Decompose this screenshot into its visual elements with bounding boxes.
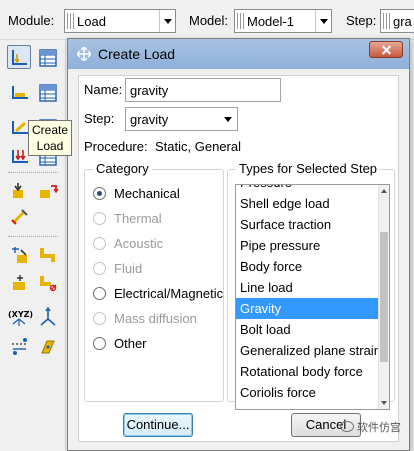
- chevron-down-icon[interactable]: [315, 10, 331, 32]
- separator: [8, 236, 58, 237]
- module-value: Load: [77, 14, 106, 29]
- surface-set-icon[interactable]: [35, 178, 59, 202]
- procedure-label: Procedure:: [84, 139, 148, 154]
- list-item[interactable]: Coriolis force: [236, 382, 381, 403]
- procedure-value: Static, General: [155, 139, 241, 154]
- types-group: Types for Selected Step PressureShell ed…: [227, 161, 395, 410]
- list-item[interactable]: Gravity: [236, 298, 381, 319]
- list-item[interactable]: Body force: [236, 256, 381, 277]
- cut-icon[interactable]: [35, 270, 59, 294]
- watermark-text: 软件仿宫: [357, 422, 401, 434]
- radio-label: Mass diffusion: [114, 311, 197, 326]
- vertical-scrollbar[interactable]: [378, 185, 389, 409]
- scroll-thumb[interactable]: [380, 232, 388, 362]
- translate-icon[interactable]: [7, 270, 31, 294]
- create-load-tool-icon[interactable]: [7, 45, 31, 69]
- grip-icon: [237, 13, 244, 29]
- radio-label: Mechanical: [114, 186, 180, 201]
- point-icon[interactable]: [7, 333, 31, 357]
- radio-button[interactable]: [93, 187, 106, 200]
- plane-icon[interactable]: [35, 333, 59, 357]
- chevron-down-icon[interactable]: [220, 108, 237, 130]
- category-group: Category Mechanical Thermal Acoustic Flu…: [84, 161, 224, 402]
- step-label: Step:: [346, 13, 377, 28]
- toolbox: (XYZ) Create Load: [0, 40, 72, 451]
- module-label: Module:: [8, 13, 55, 28]
- dialog-title: Create Load: [98, 46, 176, 62]
- move-icon: [77, 47, 91, 61]
- radio-label: Electrical/Magnetic: [114, 286, 224, 301]
- category-title: Category: [93, 161, 152, 176]
- radio-label: Thermal: [114, 211, 162, 226]
- name-input[interactable]: gravity: [125, 78, 281, 102]
- scroll-down-icon[interactable]: [381, 401, 387, 405]
- close-button[interactable]: [369, 41, 403, 58]
- model-combo[interactable]: Model-1: [234, 9, 332, 33]
- wechat-icon: [340, 421, 354, 432]
- dialog-titlebar[interactable]: Create Load: [68, 39, 409, 69]
- model-label: Model:: [189, 13, 229, 28]
- scroll-up-icon[interactable]: [381, 189, 387, 193]
- radio-button[interactable]: [93, 337, 106, 350]
- radio-button: [93, 212, 106, 225]
- step-label: Step:: [84, 111, 115, 126]
- axis-icon[interactable]: [35, 304, 59, 328]
- svg-text:(XYZ): (XYZ): [8, 310, 33, 319]
- step-combo[interactable]: gra: [380, 9, 414, 33]
- radio-label: Other: [114, 336, 147, 351]
- name-label: Name:: [84, 82, 123, 97]
- radio-button: [93, 262, 106, 275]
- tooltip-line1: Create: [31, 123, 69, 137]
- step-select[interactable]: gravity: [125, 107, 238, 131]
- partition-icon[interactable]: [7, 242, 31, 266]
- csys-icon[interactable]: (XYZ): [5, 304, 33, 328]
- list-item[interactable]: Shell edge load: [236, 193, 381, 214]
- grip-icon: [383, 13, 390, 29]
- tooltip-line2: Load: [36, 139, 64, 153]
- list-item[interactable]: Bolt load: [236, 319, 381, 340]
- separator: [8, 172, 58, 173]
- list-item[interactable]: Pressure: [236, 185, 381, 193]
- radio-label: Acoustic: [114, 236, 164, 251]
- step-select-value: gravity: [130, 112, 169, 127]
- create-bc-icon[interactable]: [7, 80, 31, 104]
- name-value: gravity: [130, 83, 169, 98]
- radio-button: [93, 237, 106, 250]
- radio-label: Fluid: [114, 261, 143, 276]
- bc-manager-icon[interactable]: [35, 80, 59, 104]
- list-item[interactable]: Rotational body force: [236, 361, 381, 382]
- continue-button[interactable]: Continue...: [123, 413, 193, 437]
- module-toolbar: Module: Load Model: Model-1 Step: gra: [0, 0, 414, 40]
- module-combo[interactable]: Load: [64, 9, 176, 33]
- radio-button: [93, 312, 106, 325]
- list-item[interactable]: Surface traction: [236, 214, 381, 235]
- radio-button[interactable]: [93, 287, 106, 300]
- tooltip: Create Load: [28, 120, 72, 156]
- amplitude-icon[interactable]: [7, 204, 31, 228]
- dialog-body: Name: gravity Step: gravity Procedure: S…: [78, 75, 399, 442]
- chevron-down-icon[interactable]: [159, 10, 175, 32]
- step-value: gra: [393, 14, 412, 29]
- list-item[interactable]: Line load: [236, 277, 381, 298]
- types-title: Types for Selected Step: [236, 161, 381, 176]
- grip-icon: [67, 13, 74, 29]
- watermark: 软件仿宫: [340, 419, 401, 435]
- load-manager-icon[interactable]: [35, 45, 59, 69]
- list-item[interactable]: Pipe pressure: [236, 235, 381, 256]
- types-list[interactable]: PressureShell edge loadSurface tractionP…: [235, 184, 390, 410]
- set-icon[interactable]: [7, 178, 31, 202]
- model-value: Model-1: [247, 14, 294, 29]
- list-item[interactable]: Generalized plane strain: [236, 340, 381, 361]
- datum-icon[interactable]: [35, 242, 59, 266]
- create-load-dialog: Create Load Name: gravity Step: gravity …: [67, 38, 410, 451]
